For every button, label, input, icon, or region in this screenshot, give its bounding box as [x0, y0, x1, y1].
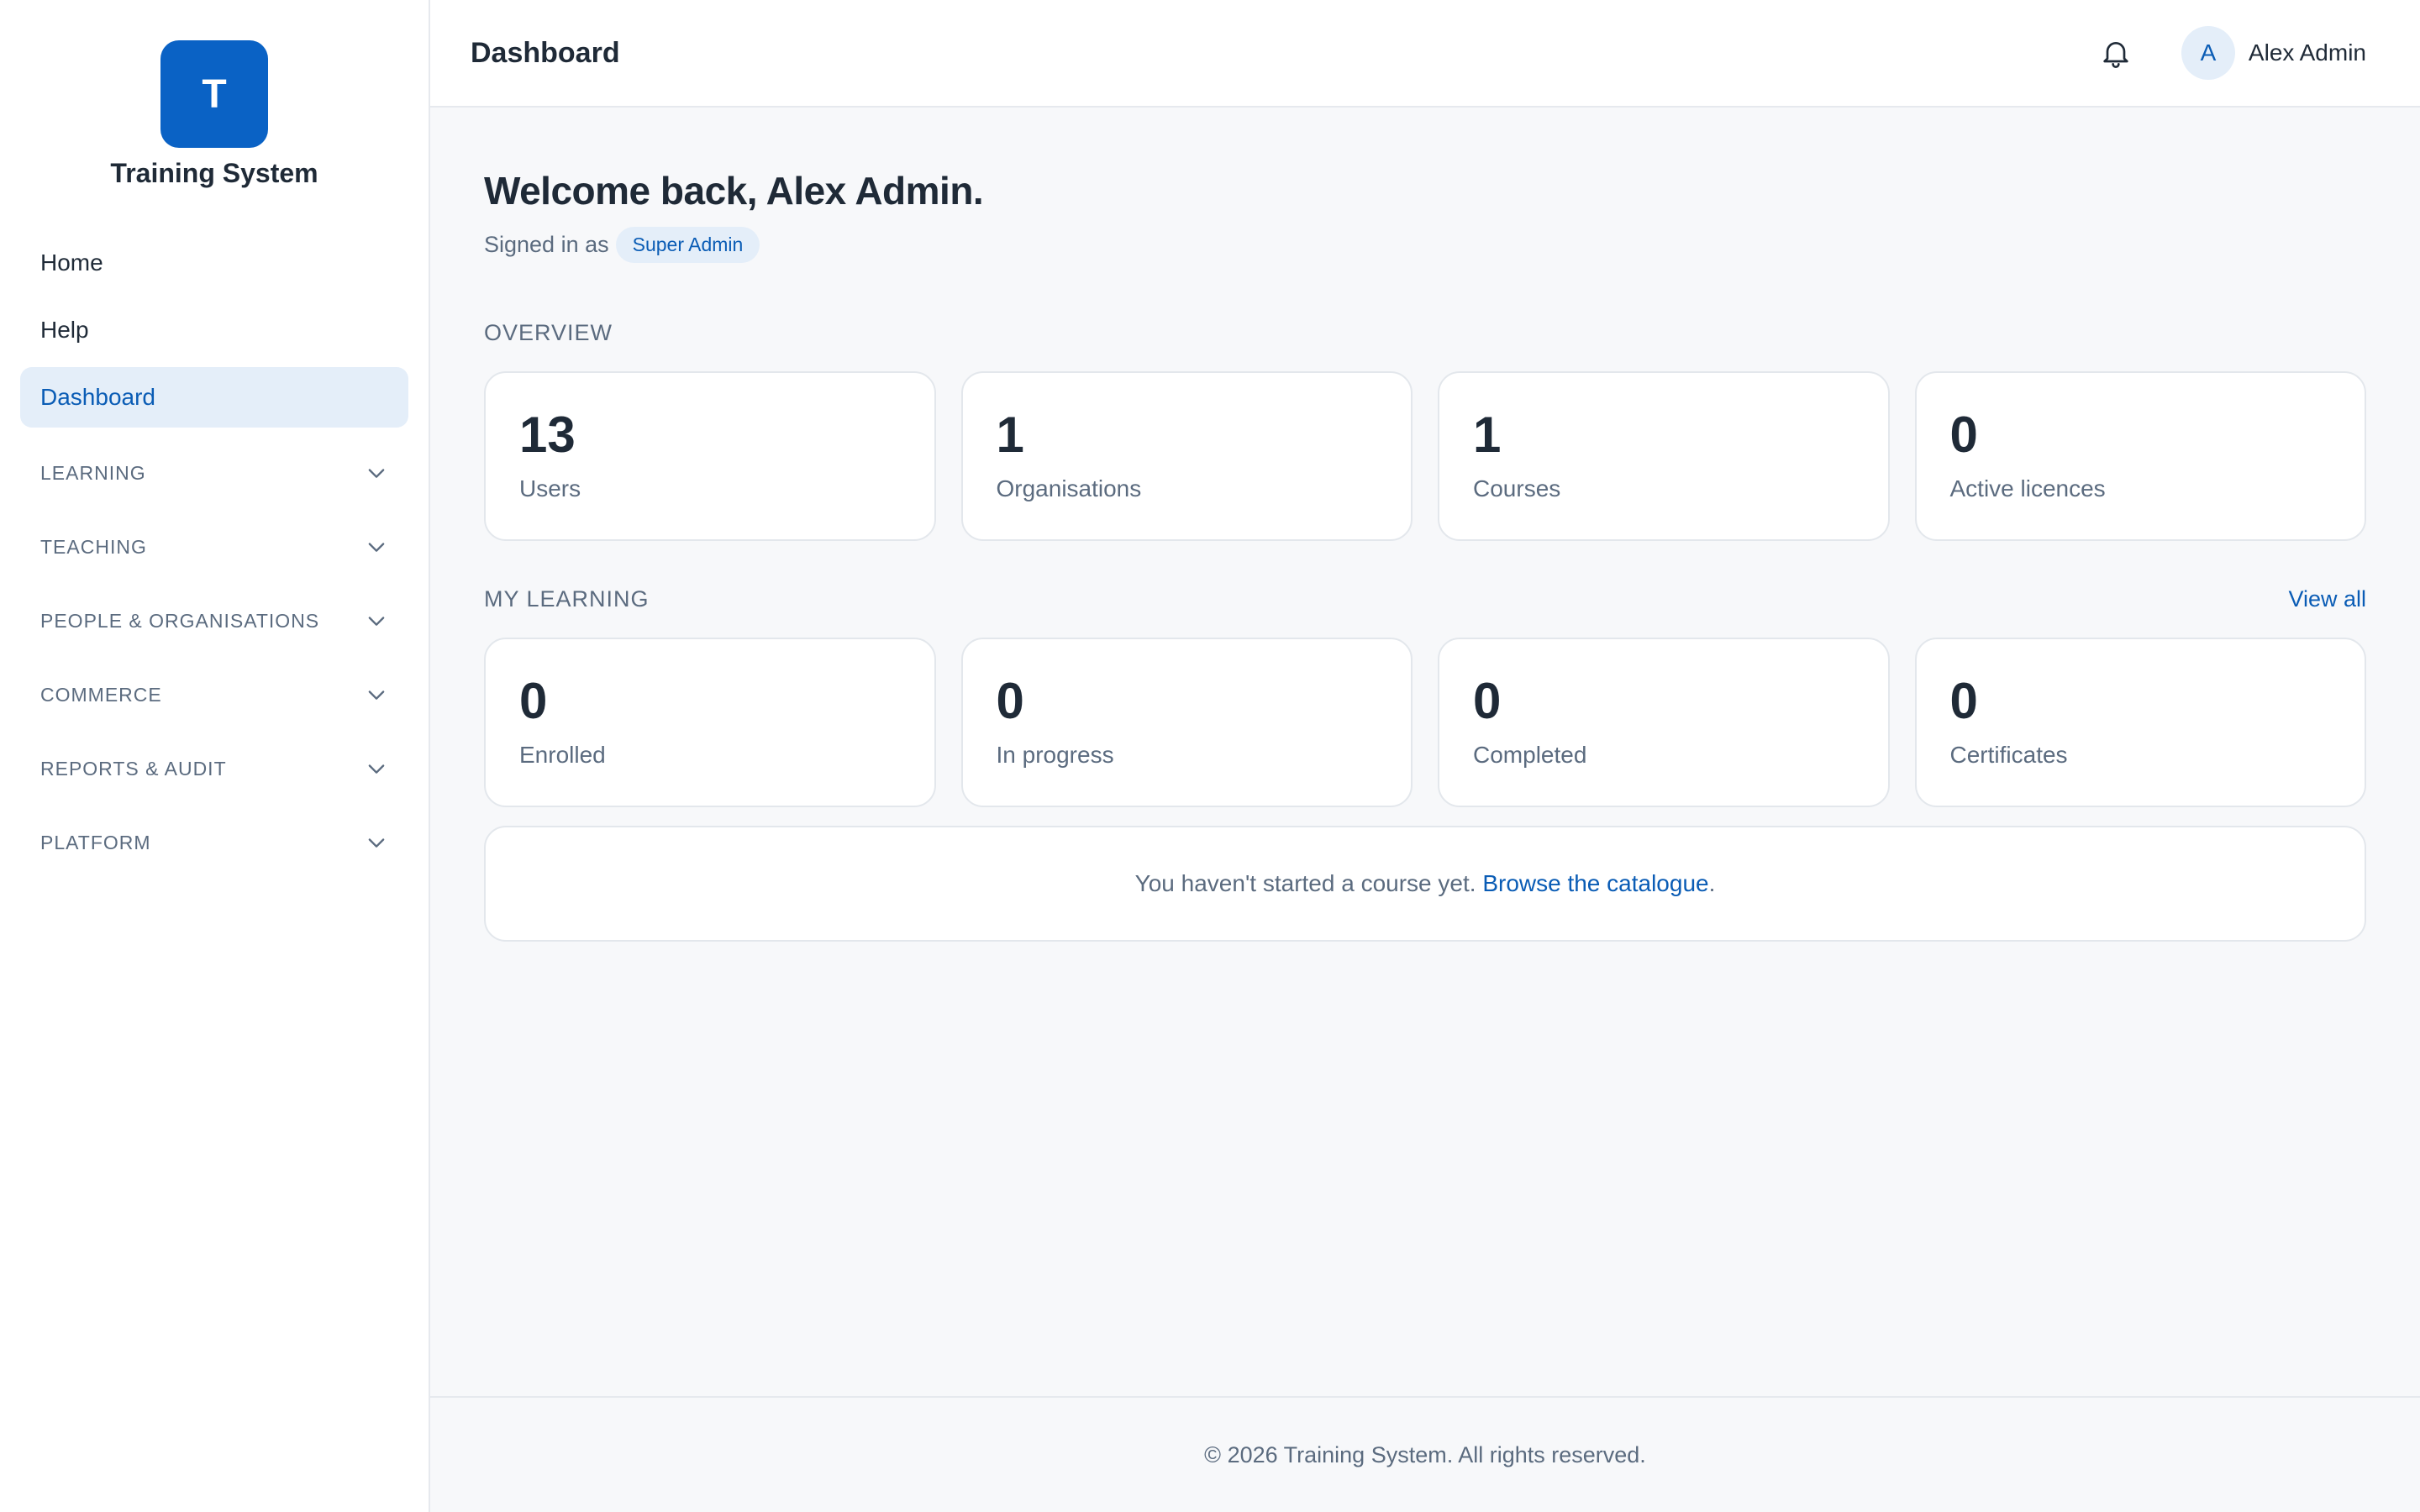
empty-state-suffix: . [1708, 870, 1716, 896]
stat-card-courses: 1 Courses [1438, 371, 1890, 541]
main-area: Dashboard A Alex Admin Welcome back, Ale… [430, 0, 2420, 1512]
chevron-down-icon [365, 683, 388, 706]
topbar: Dashboard A Alex Admin [430, 0, 2420, 108]
empty-state: You haven't started a course yet. Browse… [484, 826, 2366, 942]
signed-in-row: Signed in as Super Admin [484, 227, 2366, 263]
sidebar-section-label: PLATFORM [40, 831, 151, 853]
stat-label: Enrolled [519, 742, 606, 768]
stat-label: Users [519, 475, 581, 501]
overview-title: OVERVIEW [484, 320, 613, 345]
my-learning-title: MY LEARNING [484, 586, 650, 612]
stat-card-completed: 0 Completed [1438, 638, 1890, 807]
sidebar-section-label: COMMERCE [40, 683, 162, 706]
topbar-actions: A Alex Admin [2096, 26, 2366, 80]
user-menu[interactable]: A Alex Admin [2181, 26, 2366, 80]
page-title: Dashboard [471, 36, 620, 69]
sidebar-section-people-organisations[interactable]: PEOPLE & ORGANISATIONS [20, 584, 408, 658]
empty-state-text: You haven't started a course yet. [1134, 870, 1476, 896]
stat-label: Certificates [1949, 742, 2068, 768]
stat-label: In progress [996, 742, 1114, 768]
sidebar-section-teaching[interactable]: TEACHING [20, 510, 408, 584]
stat-card-in-progress: 0 In progress [960, 638, 1413, 807]
chevron-down-icon [365, 535, 388, 559]
chevron-down-icon [365, 831, 388, 854]
stat-card-users: 13 Users [484, 371, 936, 541]
sidebar-section-label: REPORTS & AUDIT [40, 757, 227, 780]
sidebar-nav: Home Help Dashboard LEARNING TEACHING PE… [0, 233, 429, 879]
stat-label: Courses [1473, 475, 1561, 501]
stat-card-enrolled: 0 Enrolled [484, 638, 936, 807]
role-badge: Super Admin [615, 227, 760, 263]
footer: © 2026 Training System. All rights reser… [430, 1396, 2420, 1512]
stat-card-active-licences: 0 Active licences [1914, 371, 2366, 541]
stat-card-organisations: 1 Organisations [960, 371, 1413, 541]
bell-icon[interactable] [2096, 33, 2136, 73]
browse-catalogue-link[interactable]: Browse the catalogue [1482, 870, 1708, 897]
stat-card-certificates: 0 Certificates [1914, 638, 2366, 807]
sidebar-item-home[interactable]: Home [20, 233, 408, 293]
my-learning-cards: 0 Enrolled 0 In progress 0 Completed 0 C… [484, 638, 2366, 807]
sidebar-sections: LEARNING TEACHING PEOPLE & ORGANISATIONS [20, 436, 408, 879]
overview-cards: 13 Users 1 Organisations 1 Courses 0 Act… [484, 371, 2366, 541]
sidebar-section-learning[interactable]: LEARNING [20, 436, 408, 510]
sidebar-section-label: LEARNING [40, 461, 146, 484]
view-all-link[interactable]: View all [2288, 586, 2366, 612]
stat-value: 0 [1949, 407, 1978, 463]
stat-value: 1 [1473, 407, 1502, 463]
chevron-down-icon [365, 461, 388, 485]
stat-value: 0 [996, 673, 1024, 729]
stat-value: 1 [996, 407, 1024, 463]
signed-in-text: Signed in as [484, 232, 609, 257]
sidebar-section-commerce[interactable]: COMMERCE [20, 658, 408, 732]
dashboard-content: Welcome back, Alex Admin. Signed in as S… [430, 108, 2420, 942]
stat-value: 0 [1473, 673, 1502, 729]
stat-label: Active licences [1949, 475, 2106, 501]
footer-text: © 2026 Training System. All rights reser… [1204, 1441, 1646, 1467]
chevron-down-icon [365, 757, 388, 780]
my-learning-header: MY LEARNING View all [484, 586, 2366, 612]
stat-label: Completed [1473, 742, 1587, 768]
sidebar-item-help[interactable]: Help [20, 300, 408, 360]
welcome-heading: Welcome back, Alex Admin. [484, 169, 984, 213]
user-name[interactable]: Alex Admin [2249, 39, 2366, 66]
brand: T Training System [0, 0, 429, 189]
app-shell: T Training System Home Help Dashboard LE… [0, 0, 2420, 1512]
sidebar-item-dashboard[interactable]: Dashboard [20, 367, 408, 428]
brand-name: Training System [110, 158, 318, 188]
sidebar-section-reports-audit[interactable]: REPORTS & AUDIT [20, 732, 408, 806]
stat-value: 0 [1949, 673, 1978, 729]
sidebar-section-platform[interactable]: PLATFORM [20, 806, 408, 879]
sidebar-section-label: PEOPLE & ORGANISATIONS [40, 609, 320, 632]
stat-label: Organisations [996, 475, 1142, 501]
avatar[interactable]: A [2181, 26, 2235, 80]
sidebar-section-label: TEACHING [40, 535, 147, 558]
stat-value: 13 [519, 407, 576, 463]
stat-value: 0 [519, 673, 548, 729]
logo[interactable]: T [160, 40, 268, 148]
chevron-down-icon [365, 609, 388, 633]
sidebar: T Training System Home Help Dashboard LE… [0, 0, 430, 1512]
